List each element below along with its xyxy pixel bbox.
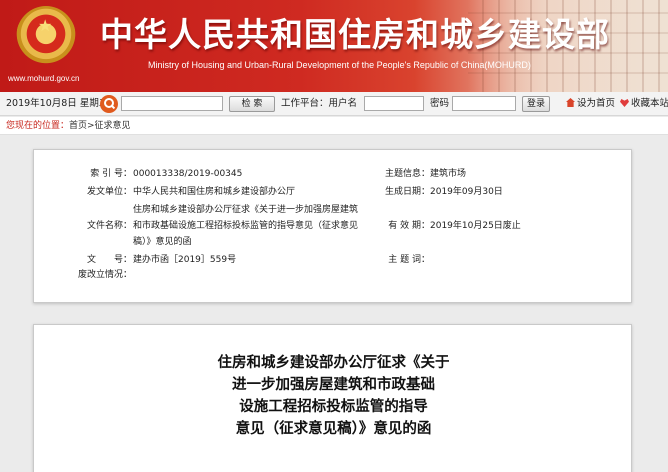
validity-label: 有 效 期： <box>388 221 430 231</box>
login-button[interactable]: 登录 <box>522 96 550 112</box>
add-favorite-link[interactable]: 收藏本站 <box>620 92 668 116</box>
filename-label: 文件名称： <box>86 221 132 231</box>
favorite-icon <box>620 99 629 107</box>
site-subtitle: Ministry of Housing and Urban-Rural Deve… <box>148 60 531 70</box>
status-label: 废改立情况： <box>77 270 132 280</box>
filename-line-1: 住房和城乡建设部办公厅征求《关于进一步加强房屋建筑 <box>133 205 359 215</box>
search-icon <box>100 95 118 113</box>
current-date: 2019年10月8日 星期二 <box>6 98 109 109</box>
site-title: 中华人民共和国住房和城乡建设部 <box>100 15 610 54</box>
document-info-card: 索 引 号： 000013338/2019-00345 主题信息： 建筑市场 发… <box>33 149 632 303</box>
document-title-line-4: 意见（征求意见稿）》意见的函 <box>235 421 432 437</box>
breadcrumb: 您现在的位置：首页>征求意见 <box>0 117 668 135</box>
breadcrumb-label: 您现在的位置： <box>6 121 70 131</box>
set-homepage-link[interactable]: 设为首页 <box>566 92 615 116</box>
document-title-line-2: 进一步加强房屋建筑和市政基础 <box>232 377 435 393</box>
document-title-card: 住房和城乡建设部办公厅征求《关于 进一步加强房屋建筑和市政基础 设施工程招标投标… <box>33 324 632 472</box>
breadcrumb-path[interactable]: 首页>征求意见 <box>69 121 131 131</box>
filename-line-3: 稿）》意见的函 <box>133 237 192 247</box>
account-label: 工作平台：用户名 <box>281 98 358 109</box>
top-toolbar: 2019年10月8日 星期二 检 索 工作平台：用户名 密码 登录 设为首页 收… <box>0 92 668 116</box>
username-input[interactable] <box>364 96 424 111</box>
document-title-line-3: 设施工程招标投标监管的指导 <box>239 399 428 415</box>
national-emblem-icon: ★ <box>16 6 76 68</box>
password-input[interactable] <box>452 96 516 111</box>
docno-value: 建办市函［2019］559号 <box>133 255 237 265</box>
topic-label: 主题信息： <box>384 169 430 179</box>
index-label: 索 引 号： <box>90 169 132 179</box>
filename-line-2: 和市政基础设施工程招标投标监管的指导意见（征求意见 <box>133 221 359 231</box>
keywords-label: 主 题 词： <box>388 255 430 265</box>
index-value: 000013338/2019-00345 <box>133 169 243 179</box>
validity-value: 2019年10月25日废止 <box>430 221 521 231</box>
site-url: www.mohurd.gov.cn <box>8 74 80 83</box>
search-input[interactable] <box>121 96 223 111</box>
topic-value: 建筑市场 <box>430 169 467 179</box>
docno-label: 文 号： <box>86 255 132 265</box>
issuer-label: 发文单位： <box>86 187 132 197</box>
home-icon <box>566 98 575 107</box>
date-label: 生成日期： <box>384 187 430 197</box>
search-button[interactable]: 检 索 <box>229 96 275 112</box>
issuer-value: 中华人民共和国住房和城乡建设部办公厅 <box>133 187 296 197</box>
site-banner: ★ www.mohurd.gov.cn 中华人民共和国住房和城乡建设部 Mini… <box>0 0 668 92</box>
date-value: 2019年09月30日 <box>430 187 503 197</box>
password-label: 密码 <box>430 98 450 109</box>
document-title-line-1: 住房和城乡建设部办公厅征求《关于 <box>217 355 450 371</box>
